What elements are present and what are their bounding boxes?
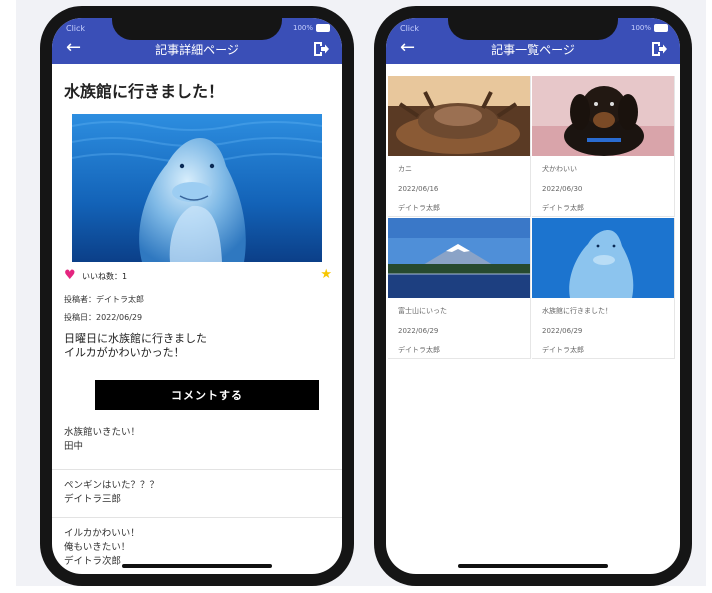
- detail-app-bar: Click 100% ← 記事詳細ページ: [52, 18, 342, 64]
- detail-content: 水族館に行きました！ ♥ いいね数：1 ★ 投稿者：デイトラ太郎 投稿日：202…: [52, 64, 342, 574]
- battery-indicator: 100%: [293, 24, 330, 32]
- logout-icon[interactable]: [650, 40, 668, 58]
- body-line: 日曜日に水族館に行きました: [64, 332, 207, 345]
- like-row: ♥ いいね数：1 ★: [64, 268, 332, 285]
- card-date: 2022/06/30: [542, 185, 583, 193]
- comment-text: 俺もいきたい！: [64, 542, 131, 553]
- list-phone: Click 100% ← 記事一覧ページ カニ 2022/06/16 デイトラ太…: [374, 6, 692, 586]
- list-app-bar: Click 100% ← 記事一覧ページ: [386, 18, 680, 64]
- card-author: デイトラ太郎: [542, 204, 584, 212]
- logout-icon[interactable]: [312, 40, 330, 58]
- article-title: 水族館に行きました！: [64, 82, 225, 101]
- fuji-photo: [388, 218, 530, 298]
- battery-icon: [654, 24, 668, 32]
- battery-label: 100%: [630, 24, 651, 32]
- home-indicator: [122, 564, 272, 568]
- date-label: 投稿日：2022/06/29: [64, 313, 143, 322]
- article-body: 日曜日に水族館に行きました イルカがかわいかった！: [64, 332, 207, 360]
- comment-button[interactable]: コメントする: [95, 380, 319, 410]
- battery-icon: [316, 24, 330, 32]
- heart-icon[interactable]: ♥: [64, 269, 76, 283]
- like-count: いいね数：1: [82, 272, 128, 281]
- comment-author: デイトラ三郎: [64, 494, 122, 505]
- card-title: 水族館に行きました！: [542, 307, 612, 315]
- card-title: 富士山にいった: [398, 307, 447, 315]
- detail-phone: Click 100% ← 記事詳細ページ 水族館に行きました！ ♥ いいね数：1…: [40, 6, 354, 586]
- page-title: 記事詳細ページ: [155, 43, 239, 57]
- card-title: カニ: [398, 165, 412, 173]
- comment-author: デイトラ次郎: [64, 556, 122, 567]
- battery-label: 100%: [292, 24, 313, 32]
- comment-item: ペンギンはいた？？？ デイトラ三郎: [52, 469, 342, 518]
- notch: [112, 18, 282, 40]
- author-label: 投稿者：デイトラ太郎: [64, 295, 144, 304]
- comment-text: イルカかわいい！: [64, 528, 140, 539]
- notch: [448, 18, 618, 40]
- comment-text: ペンギンはいた？？？: [64, 480, 160, 491]
- card-title: 犬かわいい: [542, 165, 577, 173]
- comment-author: 田中: [64, 441, 84, 452]
- article-card[interactable]: カニ 2022/06/16 デイトラ太郎: [388, 76, 531, 217]
- comment-text: 水族館いきたい！: [64, 427, 141, 438]
- dolphin-photo: [72, 114, 322, 262]
- card-date: 2022/06/16: [398, 185, 439, 193]
- crab-photo: [388, 76, 530, 156]
- card-date: 2022/06/29: [542, 327, 583, 335]
- battery-indicator: 100%: [631, 24, 668, 32]
- carrier-label: Click: [400, 24, 420, 33]
- detail-screen: Click 100% ← 記事詳細ページ 水族館に行きました！ ♥ いいね数：1…: [52, 18, 342, 574]
- card-author: デイトラ太郎: [398, 204, 440, 212]
- body-line: イルカがかわいかった！: [64, 346, 185, 359]
- card-author: デイトラ太郎: [398, 346, 440, 354]
- star-icon[interactable]: ★: [320, 268, 332, 282]
- dolphin-photo: [532, 218, 674, 298]
- page-title: 記事一覧ページ: [491, 43, 575, 57]
- card-author: デイトラ太郎: [542, 346, 584, 354]
- card-date: 2022/06/29: [398, 327, 439, 335]
- list-screen: Click 100% ← 記事一覧ページ カニ 2022/06/16 デイトラ太…: [386, 18, 680, 574]
- article-card[interactable]: 水族館に行きました！ 2022/06/29 デイトラ太郎: [532, 218, 675, 359]
- home-indicator: [458, 564, 608, 568]
- carrier-label: Click: [66, 24, 86, 33]
- article-card[interactable]: 犬かわいい 2022/06/30 デイトラ太郎: [532, 76, 675, 217]
- article-card[interactable]: 富士山にいった 2022/06/29 デイトラ太郎: [388, 218, 531, 359]
- comment-item: 水族館いきたい！ 田中: [52, 419, 342, 469]
- puppy-photo: [532, 76, 674, 156]
